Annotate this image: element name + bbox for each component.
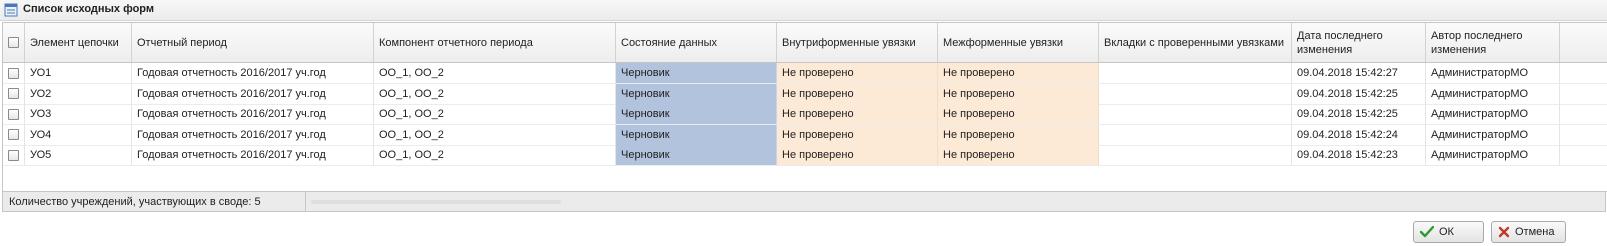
cell-data-state: Черновик — [616, 145, 777, 165]
cell-data-state: Черновик — [616, 124, 777, 145]
grid-header: Элемент цепочки Отчетный период Компонен… — [3, 23, 1607, 63]
cell-intraform-links: Не проверено — [777, 83, 938, 104]
cell-data-state: Черновик — [616, 83, 777, 104]
cell-intraform-links: Не проверено — [777, 63, 938, 83]
cell-checked-tabs — [1099, 104, 1292, 124]
cell-interform-links: Не проверено — [938, 124, 1099, 145]
cell-last-modified-date: 09.04.2018 15:42:25 — [1292, 83, 1426, 104]
header-filler — [1560, 23, 1607, 62]
cell-chain-element: УО1 — [25, 63, 132, 83]
cell-chain-element: УО2 — [25, 83, 132, 104]
row-checkbox[interactable] — [8, 108, 19, 120]
cell-intraform-links: Не проверено — [777, 124, 938, 145]
row-checkbox[interactable] — [8, 67, 19, 79]
cell-last-modified-author: АдминистраторМО — [1426, 83, 1560, 104]
row-checkbox-cell[interactable] — [3, 83, 25, 104]
table-row[interactable]: УО2 Годовая отчетность 2016/2017 уч.год ОО… — [3, 83, 1607, 105]
cell-chain-element: УО5 — [25, 145, 132, 165]
cell-interform-links: Не проверено — [938, 83, 1099, 104]
cell-checked-tabs — [1099, 145, 1292, 165]
cell-data-state: Черновик — [616, 104, 777, 124]
cell-intraform-links: Не проверено — [777, 104, 938, 124]
select-all-checkbox[interactable] — [8, 37, 19, 48]
status-divider — [305, 192, 306, 211]
cell-reporting-period: Годовая отчетность 2016/2017 уч.год — [132, 104, 374, 124]
horizontal-scrollbar[interactable] — [311, 200, 561, 204]
row-checkbox-cell[interactable] — [3, 145, 25, 165]
form-list-icon — [4, 3, 18, 17]
window-title: Список исходных форм — [23, 3, 155, 15]
header-intraform-links[interactable]: Внутриформенные увязки — [777, 23, 938, 62]
header-reporting-period[interactable]: Отчетный период — [132, 23, 374, 62]
cell-last-modified-date: 09.04.2018 15:42:23 — [1292, 145, 1426, 165]
cell-chain-element: УО4 — [25, 124, 132, 145]
header-last-modified-date[interactable]: Дата последнего изменения — [1292, 23, 1426, 62]
close-icon — [1498, 226, 1510, 238]
cell-last-modified-date: 09.04.2018 15:42:24 — [1292, 124, 1426, 145]
cell-last-modified-author: АдминистраторМО — [1426, 104, 1560, 124]
row-checkbox[interactable] — [8, 129, 19, 140]
cell-last-modified-author: АдминистраторМО — [1426, 145, 1560, 165]
header-select-all[interactable] — [3, 23, 25, 62]
cell-interform-links: Не проверено — [938, 145, 1099, 165]
cell-last-modified-author: АдминистраторМО — [1426, 63, 1560, 83]
header-last-modified-author[interactable]: Автор последнего изменения — [1426, 23, 1560, 62]
row-checkbox-cell[interactable] — [3, 124, 25, 145]
cell-reporting-period: Годовая отчетность 2016/2017 уч.год — [132, 124, 374, 145]
row-checkbox[interactable] — [8, 88, 19, 99]
cancel-button-label: Отмена — [1515, 226, 1555, 238]
cell-period-component: ОО_1, ОО_2 — [374, 124, 616, 145]
header-data-state[interactable]: Состояние данных — [616, 23, 777, 62]
cell-reporting-period: Годовая отчетность 2016/2017 уч.год — [132, 145, 374, 165]
ok-button-label: ОК — [1439, 226, 1454, 238]
row-checkbox-cell[interactable] — [3, 104, 25, 124]
cell-interform-links: Не проверено — [938, 104, 1099, 124]
table-row[interactable]: УО3 Годовая отчетность 2016/2017 уч.год ОО… — [3, 104, 1607, 125]
cell-chain-element: УО3 — [25, 104, 132, 124]
cell-period-component: ОО_1, ОО_2 — [374, 63, 616, 83]
checkmark-icon — [1420, 226, 1434, 238]
header-checked-tabs[interactable]: Вкладки с проверенными увязками — [1099, 23, 1292, 62]
row-checkbox[interactable] — [8, 149, 19, 161]
cell-period-component: ОО_1, ОО_2 — [374, 104, 616, 124]
cell-last-modified-author: АдминистраторМО — [1426, 124, 1560, 145]
cell-period-component: ОО_1, ОО_2 — [374, 145, 616, 165]
cell-interform-links: Не проверено — [938, 63, 1099, 83]
status-bar: Количество учреждений, участвующих в сво… — [2, 191, 1606, 212]
table-row[interactable]: УО5 Годовая отчетность 2016/2017 уч.год ОО… — [3, 145, 1607, 166]
row-checkbox-cell[interactable] — [3, 63, 25, 83]
header-interform-links[interactable]: Межформенные увязки — [938, 23, 1099, 62]
cell-checked-tabs — [1099, 124, 1292, 145]
cell-checked-tabs — [1099, 63, 1292, 83]
cell-last-modified-date: 09.04.2018 15:42:25 — [1292, 104, 1426, 124]
cell-checked-tabs — [1099, 83, 1292, 104]
header-period-component[interactable]: Компонент отчетного периода — [374, 23, 616, 62]
header-chain-element[interactable]: Элемент цепочки — [25, 23, 132, 62]
cell-data-state: Черновик — [616, 63, 777, 83]
table-row[interactable]: УО1 Годовая отчетность 2016/2017 уч.год ОО… — [3, 63, 1607, 84]
cell-intraform-links: Не проверено — [777, 145, 938, 165]
cell-reporting-period: Годовая отчетность 2016/2017 уч.год — [132, 83, 374, 104]
cancel-button[interactable]: Отмена — [1491, 221, 1566, 243]
cell-reporting-period: Годовая отчетность 2016/2017 уч.год — [132, 63, 374, 83]
cell-period-component: ОО_1, ОО_2 — [374, 83, 616, 104]
cell-last-modified-date: 09.04.2018 15:42:27 — [1292, 63, 1426, 83]
ok-button[interactable]: ОК — [1413, 221, 1484, 243]
table-row[interactable]: УО4 Годовая отчетность 2016/2017 уч.год ОО… — [3, 124, 1607, 146]
forms-grid: Элемент цепочки Отчетный период Компонен… — [2, 22, 1607, 192]
window-titlebar: Список исходных форм — [0, 0, 1607, 21]
institutions-count: Количество учреждений, участвующих в сво… — [9, 196, 261, 208]
